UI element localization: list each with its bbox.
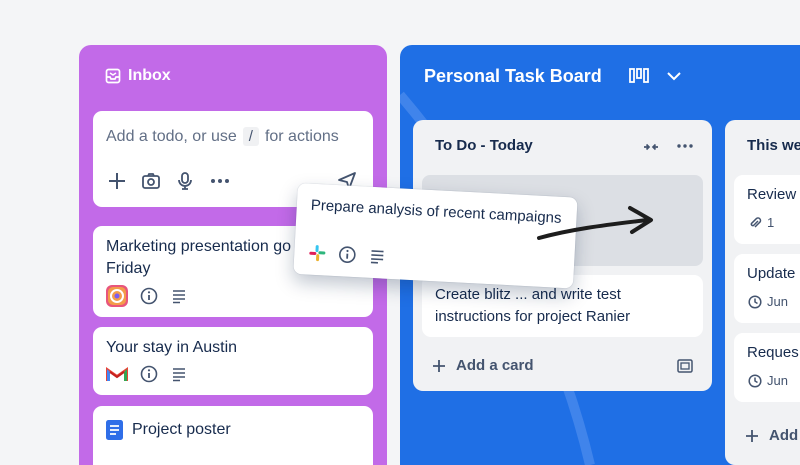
card-title: Create blitz ... and write test instruct… [435,286,631,325]
plus-icon [433,359,445,372]
card-title: Update [747,265,796,282]
list-title[interactable]: To Do - Today [435,137,533,154]
microphone-icon[interactable] [175,171,195,191]
info-icon[interactable] [140,287,158,305]
card-title: Reques [747,344,799,361]
document-icon [106,420,123,440]
description-icon [170,287,188,305]
card-title: Prepare analysis of recent campaigns [310,196,562,227]
list-menu-icon[interactable] [677,143,693,149]
drag-direction-arrow-icon [537,206,653,240]
list-this-week: This we Review 1 Update Jun Reques Jun A… [725,120,800,465]
attachment-icon [750,216,762,228]
loop-app-icon [106,285,128,307]
card-title: Project poster [132,421,231,438]
slash-shortcut-badge: / [242,127,259,146]
plus-icon [746,429,758,442]
inbox-header[interactable]: Inbox [105,67,171,85]
card-template-icon[interactable] [677,359,693,373]
add-card-button[interactable]: Add a card [432,357,534,374]
list-title[interactable]: This we [747,137,800,154]
add-card-label: Add a card [456,357,534,374]
due-date: Jun [767,294,788,309]
more-options-icon[interactable] [209,171,231,191]
chevron-down-icon[interactable] [667,71,681,81]
inbox-card[interactable]: Your stay in Austin [93,327,373,395]
slack-icon [308,244,327,263]
card-title: Your stay in Austin [106,339,238,356]
board-view-icon[interactable] [629,67,649,85]
card-title: Review [747,186,797,203]
description-icon [170,365,188,383]
inbox-card[interactable]: Project poster [93,406,373,465]
camera-icon[interactable] [141,171,161,191]
gmail-icon [106,365,128,383]
clock-icon [748,294,762,309]
inbox-title: Inbox [128,67,171,84]
attachment-count: 1 [767,215,775,230]
composer-input[interactable]: Add a todo, or use / for actions [106,127,339,146]
collapse-list-icon[interactable] [643,141,659,153]
add-card-label: Add [769,427,799,444]
list-card[interactable]: Review 1 [734,175,800,244]
list-card[interactable]: Reques Jun [734,333,800,402]
composer-placeholder: Add a todo, or use [106,127,237,145]
info-icon[interactable] [140,365,158,383]
info-icon[interactable] [338,245,357,264]
board-title[interactable]: Personal Task Board [424,66,602,87]
inbox-icon [105,68,121,84]
plus-icon[interactable] [107,171,127,191]
description-icon [368,247,387,266]
add-card-button[interactable]: Add [745,427,798,444]
composer-placeholder-suffix: for actions [264,127,339,145]
clock-icon [748,373,762,388]
list-card[interactable]: Update Jun [734,254,800,323]
due-date: Jun [767,373,788,388]
